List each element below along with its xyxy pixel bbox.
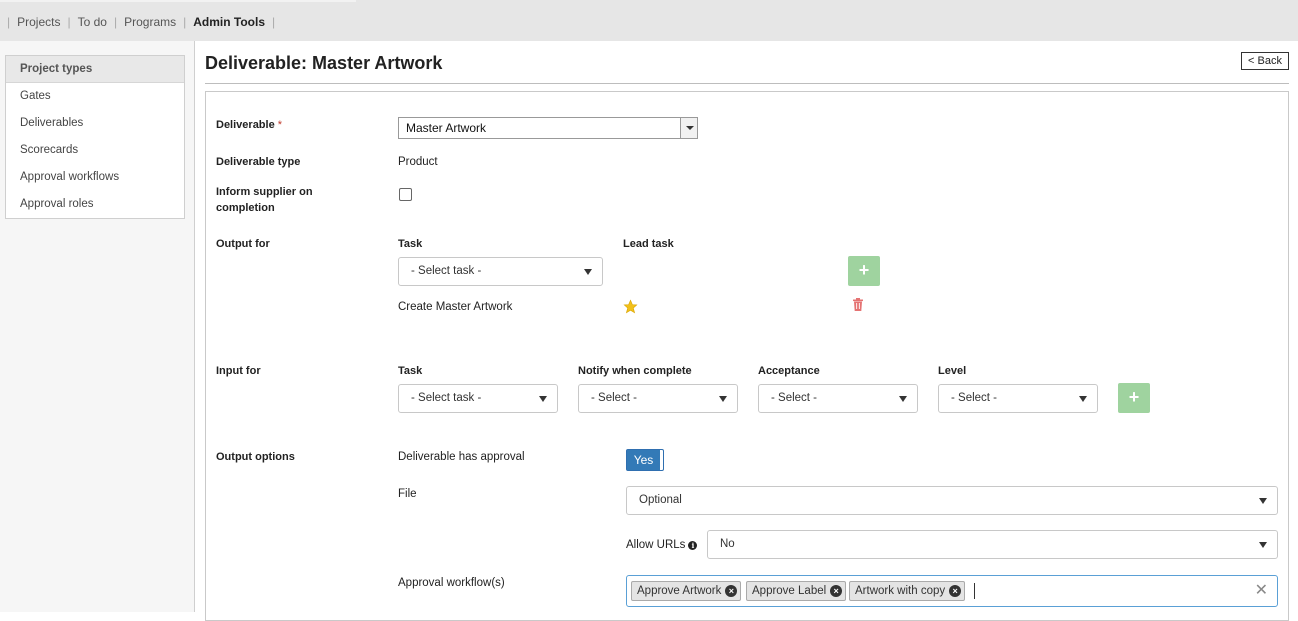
input-task-select-value: - Select task - (411, 392, 482, 404)
sidebar-item-approval-roles[interactable]: Approval roles (6, 191, 184, 218)
output-task-select-value: - Select task - (411, 265, 482, 277)
input-col-acceptance: Acceptance (758, 365, 820, 377)
nav-separator: | (183, 15, 187, 29)
remove-tag-icon[interactable]: × (725, 585, 738, 597)
level-select[interactable]: - Select - (938, 384, 1098, 413)
workflow-tag-label: Approve Artwork (637, 585, 722, 597)
file-select-value: Optional (639, 494, 682, 506)
approval-workflows-label: Approval workflow(s) (398, 577, 505, 589)
workflow-tag-label: Artwork with copy (855, 585, 946, 597)
chevron-down-icon (719, 396, 727, 402)
has-approval-toggle[interactable]: Yes (626, 449, 664, 471)
trash-icon[interactable] (852, 298, 864, 311)
deliverable-label: Deliverable * (216, 117, 282, 133)
input-task-select[interactable]: - Select task - (398, 384, 558, 413)
output-col-task: Task (398, 238, 423, 250)
deliverable-type-label: Deliverable type (216, 156, 301, 168)
sidebar-menu: Project types Gates Deliverables Scoreca… (5, 55, 185, 219)
workflow-tag-label: Approve Label (752, 585, 827, 597)
chevron-down-icon (899, 396, 907, 402)
nav-item-admin-tools[interactable]: Admin Tools (187, 15, 271, 29)
nav-separator: | (67, 15, 71, 29)
allow-urls-label-text: Allow URLs (626, 539, 686, 551)
allow-urls-select-value: No (720, 538, 735, 550)
sidebar-item-project-types[interactable]: Project types (6, 56, 184, 83)
text-cursor (974, 583, 975, 599)
sidebar-item-gates[interactable]: Gates (6, 83, 184, 110)
nav-separator: | (272, 15, 276, 29)
nav-item-programs[interactable]: Programs (118, 15, 182, 29)
has-approval-toggle-on: Yes (627, 450, 660, 470)
star-icon[interactable] (623, 299, 638, 314)
chevron-down-icon (1079, 396, 1087, 402)
nav-separator: | (113, 15, 118, 29)
approval-workflows-multiselect[interactable]: Approve Artwork × Approve Label × Artwor… (626, 575, 1278, 607)
notify-select[interactable]: - Select - (578, 384, 738, 413)
title-divider (205, 83, 1289, 84)
acceptance-select[interactable]: - Select - (758, 384, 918, 413)
top-highlight (0, 0, 356, 2)
output-for-label: Output for (216, 238, 270, 250)
required-mark: * (277, 119, 283, 131)
notify-select-value: - Select - (591, 392, 638, 404)
output-options-label: Output options (216, 451, 295, 463)
nav-separator: | (7, 15, 11, 29)
allow-urls-label: Allow URLs i (626, 538, 698, 553)
nav-item-todo[interactable]: To do (72, 15, 113, 29)
chevron-down-icon (539, 396, 547, 402)
file-select[interactable]: Optional (626, 486, 1278, 515)
acceptance-select-value: - Select - (771, 392, 818, 404)
deliverable-value: Master Artwork (406, 121, 487, 135)
has-approval-label: Deliverable has approval (398, 451, 525, 463)
add-input-task-button[interactable]: + (1118, 383, 1150, 413)
back-button[interactable]: < Back (1241, 52, 1289, 70)
chevron-down-icon (1259, 498, 1267, 504)
workflow-tag: Artwork with copy × (849, 581, 966, 601)
inform-supplier-label-line2: completion (216, 202, 275, 214)
input-col-level: Level (938, 365, 967, 377)
deliverable-type-value: Product (398, 156, 438, 168)
allow-urls-select[interactable]: No (707, 530, 1278, 559)
deliverable-label-text: Deliverable (216, 119, 275, 131)
file-label: File (398, 488, 417, 500)
workflow-tag: Approve Label × (746, 581, 847, 601)
input-col-notify: Notify when complete (578, 365, 692, 377)
clear-icon[interactable]: ✕ (1255, 582, 1268, 600)
deliverable-combobox[interactable]: Master Artwork (398, 117, 698, 139)
output-col-lead-task: Lead task (623, 238, 674, 250)
input-for-label: Input for (216, 365, 261, 377)
sidebar-item-scorecards[interactable]: Scorecards (6, 137, 184, 164)
output-task-row-name: Create Master Artwork (398, 301, 513, 313)
sidebar-item-approval-workflows[interactable]: Approval workflows (6, 164, 184, 191)
page-title: Deliverable: Master Artwork (205, 53, 443, 73)
inform-supplier-label-line1: Inform supplier on (216, 186, 313, 198)
remove-tag-icon[interactable]: × (830, 585, 843, 597)
output-task-select[interactable]: - Select task - (398, 257, 603, 286)
workflow-tag: Approve Artwork × (631, 581, 742, 601)
chevron-down-icon[interactable] (680, 118, 697, 138)
sidebar-item-deliverables[interactable]: Deliverables (6, 110, 184, 137)
inform-supplier-label: Inform supplier on completion (216, 184, 313, 216)
chevron-down-icon (1259, 542, 1267, 548)
add-output-task-button[interactable]: + (848, 256, 880, 286)
inform-supplier-checkbox[interactable] (399, 188, 412, 201)
level-select-value: - Select - (951, 392, 998, 404)
sidebar-column: Project types Gates Deliverables Scoreca… (0, 41, 195, 612)
input-col-task: Task (398, 365, 423, 377)
nav-item-projects[interactable]: Projects (11, 15, 66, 29)
chevron-down-icon (584, 269, 592, 275)
top-nav-bar: | Projects | To do | Programs | Admin To… (0, 0, 1298, 41)
remove-tag-icon[interactable]: × (949, 585, 962, 597)
main-nav: | Projects | To do | Programs | Admin To… (6, 15, 276, 29)
info-icon[interactable]: i (688, 541, 698, 550)
